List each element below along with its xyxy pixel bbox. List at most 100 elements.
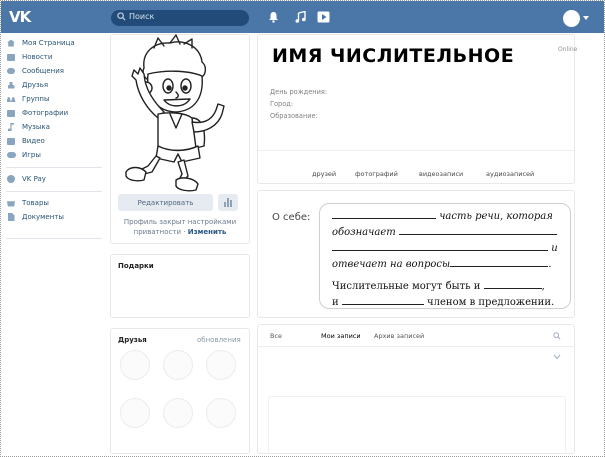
wall-divider [258, 346, 574, 347]
online-status: Online [558, 46, 578, 53]
about-text: и [332, 297, 339, 308]
sidebar-item-label: Игры [22, 151, 41, 159]
edit-profile-button[interactable]: Редактировать [118, 194, 213, 211]
news-icon [6, 53, 16, 61]
chevron-down-icon[interactable] [583, 16, 589, 20]
music-icon [6, 123, 16, 131]
counter-friends[interactable]: друзей [312, 170, 336, 178]
gifts-title[interactable]: Подарки [118, 262, 154, 270]
wall-tab-archive[interactable]: Архив записей [374, 332, 424, 340]
friends-updates-link[interactable]: обновления [197, 336, 241, 344]
about-line-1: часть речи, которая [332, 208, 562, 224]
profile-name: ИМЯ ЧИСЛИТЕЛЬНОЕ [272, 45, 515, 67]
privacy-notice: Профиль закрыт настройками приватности ·… [112, 217, 248, 237]
about-text: часть речи, которая [439, 211, 553, 222]
search-field[interactable]: Поиск [111, 10, 249, 26]
photo-icon [6, 109, 16, 117]
about-text-box: часть речи, которая обозначает и отвечае… [319, 203, 571, 309]
chevron-down-icon[interactable] [553, 354, 561, 360]
change-privacy-link[interactable]: Изменить [188, 228, 227, 236]
sidebar-item-my-page[interactable]: Моя Страница [6, 36, 104, 50]
blank-line [332, 208, 436, 219]
groups-icon [6, 95, 16, 103]
sidebar-item-label: Музыка [22, 123, 50, 131]
friend-avatar[interactable] [163, 398, 193, 428]
about-text: отвечает на вопросы [332, 259, 451, 270]
sidebar-divider [6, 238, 102, 239]
counter-photos[interactable]: фотографий [355, 170, 398, 178]
goods-icon [6, 199, 16, 207]
blank-line [341, 294, 424, 305]
top-bar: VK Поиск [1, 1, 604, 33]
sidebar-item-news[interactable]: Новости [6, 50, 104, 64]
about-line-6: и членом в предложении. [332, 294, 562, 310]
vkpay-icon [6, 175, 16, 183]
friend-avatar[interactable] [120, 398, 150, 428]
games-icon [6, 151, 16, 159]
privacy-separator: · [183, 228, 186, 236]
wall-post-placeholder [268, 396, 566, 454]
sidebar-item-music[interactable]: Музыка [6, 120, 104, 134]
search-placeholder: Поиск [129, 12, 155, 21]
friend-avatar[interactable] [206, 350, 236, 380]
messages-icon [6, 67, 16, 75]
sidebar-item-label: Новости [22, 53, 53, 61]
sidebar-item-documents[interactable]: Документы [6, 210, 104, 224]
wall-tab-my-posts[interactable]: Мои записи [321, 332, 361, 340]
sidebar-item-groups[interactable]: Группы [6, 92, 104, 106]
search-icon [117, 12, 126, 21]
about-label: О себе: [272, 212, 311, 223]
about-line-3: и [332, 240, 562, 256]
user-avatar[interactable] [563, 10, 580, 27]
music-note-icon[interactable] [295, 11, 306, 23]
about-text: Числительные могут быть и [332, 281, 481, 292]
sidebar-item-vkpay[interactable]: VK Pay [6, 172, 104, 186]
counter-videos[interactable]: видеозаписи [419, 170, 463, 178]
sidebar-item-label: Документы [22, 213, 64, 221]
info-city: Город: [270, 100, 294, 108]
blank-line [332, 240, 548, 251]
friends-title[interactable]: Друзья [118, 336, 147, 344]
sidebar: Моя Страница Новости Сообщения Друзья Гр… [6, 36, 104, 243]
about-text: членом в предложении. [427, 297, 555, 308]
sidebar-item-label: Сообщения [22, 67, 65, 75]
vk-logo[interactable]: VK [9, 8, 33, 26]
sidebar-item-label: Видео [22, 137, 45, 145]
sidebar-item-messages[interactable]: Сообщения [6, 64, 104, 78]
sidebar-item-label: Товары [22, 199, 49, 207]
sidebar-item-label: VK Pay [22, 175, 46, 183]
info-education: Образование: [270, 112, 318, 120]
about-text: , [541, 281, 545, 292]
friend-avatar[interactable] [206, 398, 236, 428]
sidebar-item-label: Фотографии [22, 109, 69, 117]
stats-button[interactable] [218, 194, 238, 211]
sidebar-item-photos[interactable]: Фотографии [6, 106, 104, 120]
friend-avatar[interactable] [163, 350, 193, 380]
sidebar-item-games[interactable]: Игры [6, 148, 104, 162]
about-line-4: отвечает на вопросы. [332, 256, 562, 272]
video-icon [6, 137, 16, 145]
about-text: и [551, 243, 558, 254]
documents-icon [6, 213, 16, 221]
about-line-2: обозначает [332, 224, 562, 240]
profile-divider [258, 150, 574, 151]
friend-icon [6, 81, 16, 89]
about-text: обозначает [332, 227, 396, 238]
info-birthday: День рождения: [270, 88, 328, 96]
video-play-icon[interactable] [317, 11, 330, 23]
friends-card [110, 328, 250, 454]
sidebar-item-video[interactable]: Видео [6, 134, 104, 148]
friend-avatar[interactable] [120, 350, 150, 380]
blank-line [450, 256, 549, 267]
sidebar-item-label: Друзья [22, 81, 49, 89]
blank-line [483, 278, 542, 289]
bell-icon[interactable] [268, 11, 279, 23]
sidebar-item-goods[interactable]: Товары [6, 196, 104, 210]
wall-tab-all[interactable]: Все [270, 332, 282, 340]
sidebar-item-friends[interactable]: Друзья [6, 78, 104, 92]
sidebar-divider [6, 167, 102, 168]
about-text: . [548, 259, 552, 270]
search-icon[interactable] [553, 332, 561, 340]
counter-audios[interactable]: аудиозаписей [486, 170, 534, 178]
avatar-photo[interactable] [118, 34, 238, 192]
